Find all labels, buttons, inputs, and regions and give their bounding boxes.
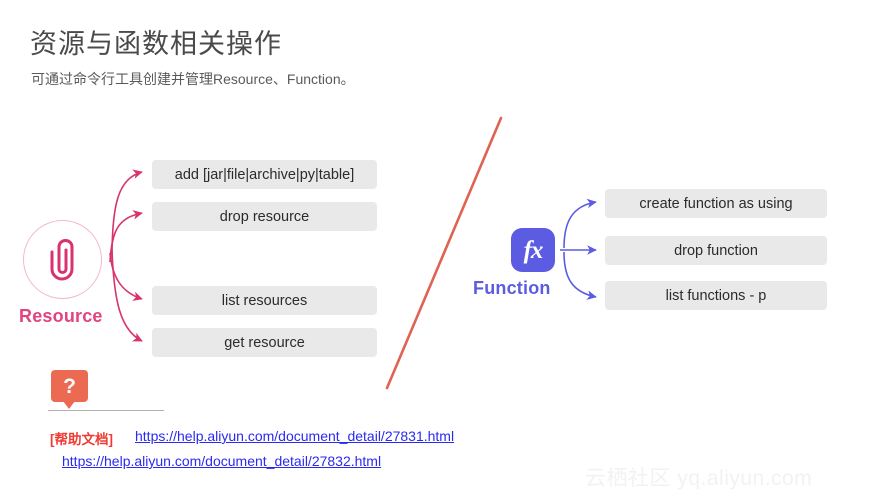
watermark: 云栖社区 yq.aliyun.com: [585, 467, 813, 490]
help-doc-link[interactable]: https://help.aliyun.com/document_detail/…: [135, 428, 454, 444]
page-title: 资源与函数相关操作: [30, 29, 282, 59]
function-command-label: list functions - p: [665, 287, 767, 304]
function-command-box[interactable]: create function as using: [605, 189, 827, 218]
resource-command-label: add [jar|file|archive|py|table]: [174, 166, 355, 183]
fx-icon: fx: [511, 228, 555, 272]
function-command-label: create function as using: [639, 195, 793, 212]
function-command-box[interactable]: drop function: [605, 236, 827, 265]
resource-command-box[interactable]: list resources: [152, 286, 377, 315]
slide-canvas: 资源与函数相关操作 可通过命令行工具创建并管理Resource、Function…: [0, 0, 893, 501]
resource-command-box[interactable]: get resource: [152, 328, 377, 357]
resource-command-box[interactable]: add [jar|file|archive|py|table]: [152, 160, 377, 189]
question-mark-icon: ?: [51, 370, 88, 402]
function-command-box[interactable]: list functions - p: [605, 281, 827, 310]
paperclip-icon: [50, 238, 74, 281]
resource-label: Resource: [19, 306, 103, 326]
page-subtitle: 可通过命令行工具创建并管理Resource、Function。: [31, 71, 355, 87]
fx-icon-text: fx: [523, 236, 544, 264]
function-command-label: drop function: [674, 242, 758, 259]
section-divider: [48, 410, 164, 411]
help-doc-link[interactable]: https://help.aliyun.com/document_detail/…: [62, 453, 381, 469]
question-mark-icon-tail: [63, 401, 75, 409]
resource-command-label: drop resource: [219, 208, 310, 225]
resource-command-box[interactable]: drop resource: [152, 202, 377, 231]
function-label: Function: [473, 278, 551, 298]
resource-command-label: get resource: [224, 334, 305, 351]
help-doc-tag: [帮助文档]: [50, 432, 113, 447]
resource-command-label: list resources: [221, 292, 308, 309]
question-mark-glyph: ?: [63, 374, 76, 398]
